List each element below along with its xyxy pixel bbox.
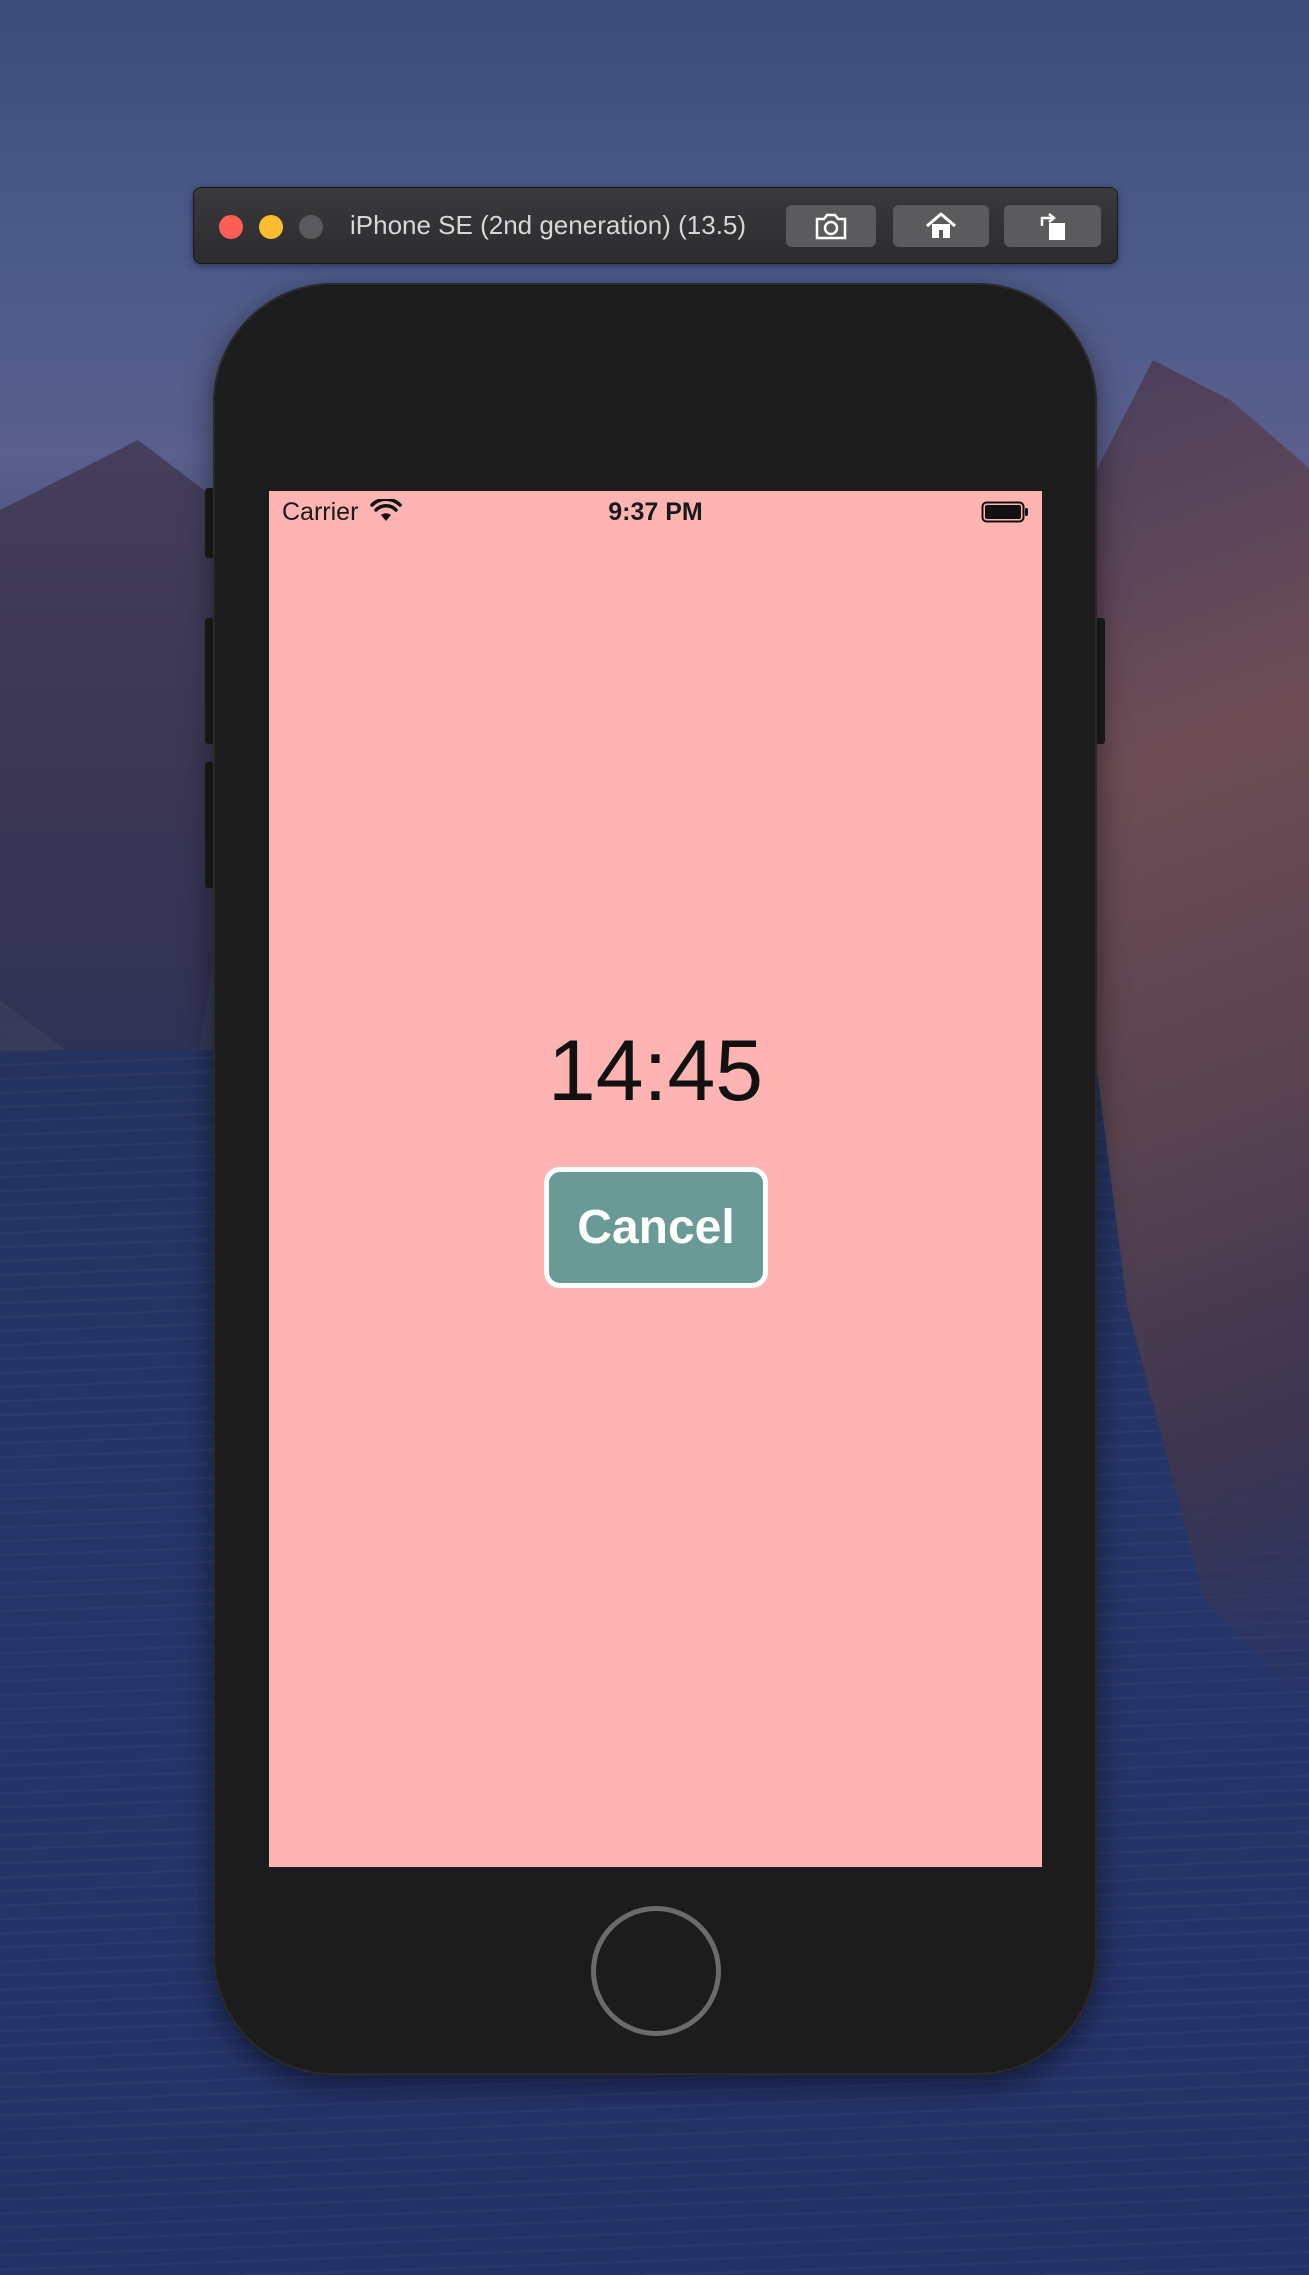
close-window-button[interactable] [219,215,243,239]
cancel-button[interactable]: Cancel [544,1167,768,1288]
zoom-window-button[interactable] [299,215,323,239]
home-button-toolbar[interactable] [893,205,989,247]
home-button[interactable] [591,1906,721,2036]
wallpaper-cliff-left [0,440,230,1140]
countdown-timer: 14:45 [547,1023,764,1119]
status-bar: Carrier 9:37 PM [269,491,1042,531]
home-icon [926,212,956,238]
device-screen: Carrier 9:37 PM 14:45 Cancel [269,491,1042,1867]
status-time: 9:37 PM [608,498,703,526]
simulator-title: iPhone SE (2nd generation) (13.5) [350,210,747,240]
rotate-icon [1040,213,1065,240]
camera-icon [815,213,847,240]
simulator-titlebar: iPhone SE (2nd generation) (13.5) [193,187,1118,264]
battery-icon [981,501,1028,523]
minimize-window-button[interactable] [259,215,283,239]
desktop-wallpaper: iPhone SE (2nd generation) (13.5) Carrie… [0,0,1309,2275]
rotate-button[interactable] [1004,205,1101,247]
screenshot-button[interactable] [786,205,876,247]
